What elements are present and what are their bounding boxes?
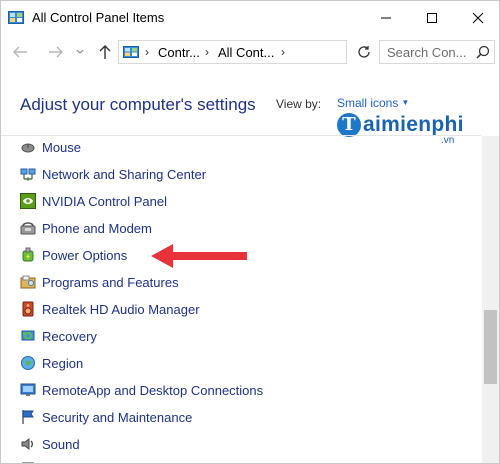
window-title: All Control Panel Items bbox=[32, 10, 165, 25]
recovery-icon bbox=[20, 328, 36, 344]
globe-icon bbox=[20, 355, 36, 371]
list-item[interactable]: Power Options bbox=[20, 244, 127, 266]
speaker-icon bbox=[20, 301, 36, 317]
flag-icon bbox=[20, 409, 36, 425]
maximize-icon bbox=[427, 13, 437, 23]
forward-arrow-icon bbox=[49, 46, 63, 58]
search-placeholder[interactable]: Search Con... bbox=[387, 45, 467, 60]
control-panel-items-list: Mouse Network and Sharing Center NVIDIA … bbox=[1, 136, 481, 463]
breadcrumb-separator-icon[interactable]: › bbox=[145, 45, 149, 59]
refresh-icon bbox=[358, 46, 370, 58]
chevron-down-icon bbox=[76, 49, 84, 54]
item-label[interactable]: Security and Maintenance bbox=[42, 410, 192, 425]
close-button[interactable] bbox=[455, 1, 499, 35]
list-item[interactable]: Realtek HD Audio Manager bbox=[20, 298, 200, 320]
list-item[interactable]: RemoteApp and Desktop Connections bbox=[20, 379, 263, 401]
item-label[interactable]: Recovery bbox=[42, 329, 97, 344]
list-item[interactable]: Recovery bbox=[20, 325, 97, 347]
list-item[interactable]: Security and Maintenance bbox=[20, 406, 192, 428]
refresh-button[interactable] bbox=[353, 40, 375, 64]
view-by-dropdown[interactable]: Small icons ▼ bbox=[337, 96, 409, 110]
phone-icon bbox=[20, 220, 36, 236]
item-label[interactable]: Mouse bbox=[42, 140, 81, 155]
network-icon bbox=[20, 166, 36, 182]
item-label[interactable]: RemoteApp and Desktop Connections bbox=[42, 383, 263, 398]
navigation-bar: › Contr... › All Cont... › Search Con... bbox=[1, 35, 499, 69]
annotation-arrow-icon bbox=[151, 244, 247, 268]
search-icon[interactable] bbox=[476, 45, 490, 59]
control-panel-window: All Control Panel Items › Contr... › All… bbox=[0, 0, 500, 464]
forward-button[interactable] bbox=[45, 41, 67, 63]
list-item[interactable]: NVIDIA Control Panel bbox=[20, 190, 167, 212]
maximize-button[interactable] bbox=[409, 1, 455, 35]
control-panel-icon bbox=[123, 46, 139, 58]
breadcrumb-all-items[interactable]: All Cont... bbox=[218, 45, 274, 60]
up-arrow-icon bbox=[99, 45, 111, 59]
list-item[interactable]: Region bbox=[20, 352, 83, 374]
minimize-icon bbox=[381, 17, 391, 19]
list-item[interactable] bbox=[20, 458, 42, 463]
vertical-scrollbar[interactable] bbox=[482, 136, 499, 463]
up-button[interactable] bbox=[94, 41, 116, 63]
watermark-name: aimienphi bbox=[363, 113, 464, 136]
page-heading: Adjust your computer's settings bbox=[20, 95, 256, 114]
sound-icon bbox=[20, 436, 36, 452]
list-item[interactable]: Network and Sharing Center bbox=[20, 163, 206, 185]
minimize-button[interactable] bbox=[363, 1, 409, 35]
item-label[interactable]: Region bbox=[42, 356, 83, 371]
view-by-value[interactable]: Small icons bbox=[337, 96, 398, 110]
close-icon bbox=[472, 12, 484, 24]
mouse-icon bbox=[20, 139, 36, 155]
item-label[interactable]: Power Options bbox=[42, 248, 127, 263]
view-by-label: View by: bbox=[276, 97, 322, 111]
item-label[interactable]: Phone and Modem bbox=[42, 221, 152, 236]
watermark-initial: T bbox=[337, 113, 361, 137]
control-panel-icon bbox=[8, 11, 24, 24]
scrollbar-thumb[interactable] bbox=[484, 310, 497, 384]
breadcrumb-control-panel[interactable]: Contr... bbox=[158, 45, 200, 60]
back-arrow-icon bbox=[13, 46, 27, 58]
remote-desktop-icon bbox=[20, 382, 36, 398]
item-label[interactable]: Realtek HD Audio Manager bbox=[42, 302, 200, 317]
list-item[interactable]: Programs and Features bbox=[20, 271, 179, 293]
item-label[interactable]: Network and Sharing Center bbox=[42, 167, 206, 182]
list-item[interactable]: Sound bbox=[20, 433, 80, 455]
caret-down-icon[interactable]: ▼ bbox=[401, 98, 409, 107]
back-button[interactable] bbox=[9, 41, 31, 63]
list-item[interactable]: Mouse bbox=[20, 136, 81, 158]
breadcrumb-separator-icon[interactable]: › bbox=[281, 45, 285, 59]
recent-locations-button[interactable] bbox=[73, 41, 87, 63]
breadcrumb-separator-icon[interactable]: › bbox=[205, 45, 209, 59]
address-bar[interactable]: › Contr... › All Cont... › bbox=[118, 40, 347, 64]
search-box[interactable]: Search Con... bbox=[379, 40, 495, 64]
nvidia-icon bbox=[20, 193, 36, 209]
list-item[interactable]: Phone and Modem bbox=[20, 217, 152, 239]
programs-icon bbox=[20, 274, 36, 290]
power-icon bbox=[20, 247, 36, 263]
item-label[interactable]: Sound bbox=[42, 437, 80, 452]
item-label[interactable]: NVIDIA Control Panel bbox=[42, 194, 167, 209]
item-label[interactable]: Programs and Features bbox=[42, 275, 179, 290]
title-bar: All Control Panel Items bbox=[1, 1, 499, 35]
